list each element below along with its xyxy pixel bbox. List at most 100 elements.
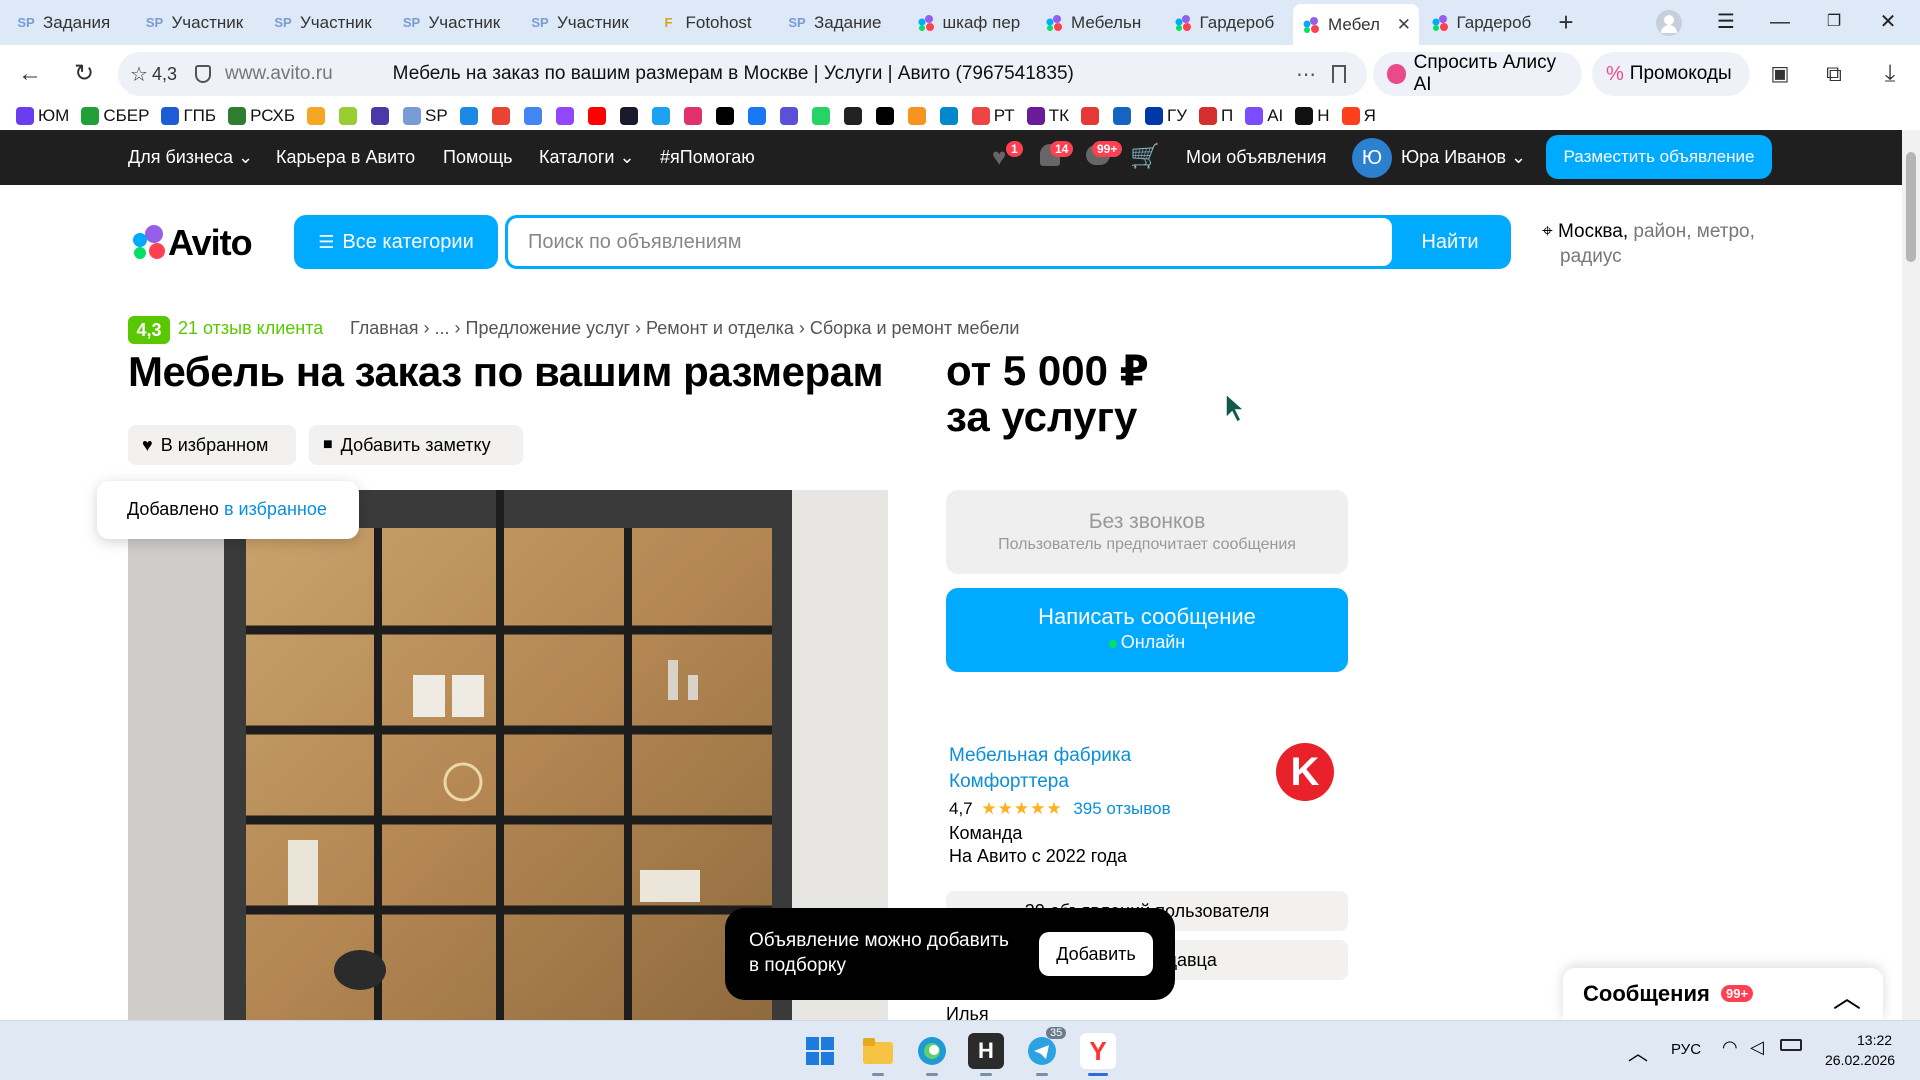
user-avatar[interactable]: Ю [1352,138,1392,178]
bookmark-item[interactable] [491,107,514,125]
edge-icon[interactable] [914,1033,950,1069]
breadcrumb-item[interactable]: Сборка и ремонт мебели [810,318,1020,338]
bookmark-item[interactable] [459,107,482,125]
reviews-link[interactable]: 21 отзыв клиента [178,318,323,339]
more-icon[interactable]: ⋯ [1296,62,1316,87]
write-message-button[interactable]: Написать сообщение Онлайн [946,588,1348,672]
browser-tab[interactable]: Мебельн [1036,6,1162,39]
yapomogayu-link[interactable]: #яПомогаю [660,147,755,168]
cart-icon[interactable]: 🛒 [1130,142,1160,171]
file-explorer-icon[interactable] [860,1033,896,1069]
bookmark-item[interactable] [779,107,802,125]
yandex-browser-icon[interactable]: Y [1080,1033,1116,1069]
bookmark-item[interactable]: ГУ [1144,106,1187,126]
bookmark-item[interactable] [619,107,642,125]
tray-chevron-icon[interactable]: ︿ [1628,1037,1648,1066]
seller-name-line1[interactable]: Мебельная фабрика [949,742,1171,769]
gallery-icon[interactable]: ▣ [1764,58,1796,90]
bookmark-item[interactable] [715,107,738,125]
bookmark-item[interactable]: РСХБ [228,106,295,126]
favorite-button[interactable]: ♥ В избранном [128,425,296,465]
add-note-button[interactable]: ■ Добавить заметку [309,425,523,465]
avito-logo[interactable]: Avito [128,222,268,263]
start-icon[interactable] [802,1033,838,1069]
language-indicator[interactable]: РУС [1671,1041,1701,1058]
bookmark-item[interactable] [907,107,930,125]
page-scrollbar[interactable] [1902,130,1920,1020]
reload-icon[interactable]: ↻ [68,58,100,90]
location-selector[interactable]: ⌖ Москва, район, метро, радиус [1542,219,1782,269]
wifi-icon[interactable]: ◠ [1722,1037,1738,1058]
bookmark-item[interactable] [555,107,578,125]
seller-name-line2[interactable]: Комфорттера [949,768,1171,795]
bookmark-item[interactable] [651,107,674,125]
bookmark-item[interactable]: Я [1341,106,1376,126]
battery-icon[interactable] [1780,1039,1802,1051]
close-tab-icon[interactable]: ✕ [1397,15,1411,35]
seller-logo[interactable]: K [1276,743,1334,801]
bookmark-item[interactable] [747,107,770,125]
favorites-heart-icon[interactable]: ♥ [992,144,1006,172]
volume-icon[interactable]: ◁ [1750,1037,1764,1058]
shield-icon[interactable] [194,65,211,83]
tabs-menu-icon[interactable]: ☰ [1706,6,1746,38]
hypercorn-app-icon[interactable]: H [968,1033,1004,1069]
restore-button[interactable]: ❐ [1814,6,1854,38]
browser-tab[interactable]: Гардероб [1422,6,1548,39]
search-input[interactable]: Поиск по объявлениям [508,218,1392,266]
breadcrumb-item[interactable]: ... [435,318,450,338]
bookmark-item[interactable]: П [1199,106,1233,126]
new-tab-button[interactable]: + [1551,9,1581,36]
help-link[interactable]: Помощь [443,147,513,168]
bookmark-item[interactable]: AI [1245,106,1283,126]
all-categories-button[interactable]: ☰ Все категории [294,215,498,269]
profile-avatar-icon[interactable] [1656,10,1682,36]
browser-tab[interactable]: SP Задание [779,6,905,39]
my-ads-link[interactable]: Мои объявления [1186,147,1326,168]
browser-tab[interactable]: SP Участник [265,6,391,39]
browser-tab[interactable]: Мебел ✕ [1293,4,1419,45]
browser-tab[interactable]: SP Участник [137,6,263,39]
bookmark-item[interactable] [307,107,329,125]
address-bar[interactable]: ☆ 4,3 www.avito.ru Мебель на заказ по ва… [118,52,1367,96]
browser-tab[interactable]: F Fotohost [651,6,777,39]
user-menu[interactable]: Юра Иванов ⌄ [1401,147,1526,168]
seller-reviews-link[interactable]: 395 отзывов [1073,799,1170,818]
promo-button[interactable]: % Промокоды [1592,52,1750,96]
download-icon[interactable]: ⤓ [1874,58,1906,90]
clock-date[interactable]: 26.02.2026 [1825,1052,1895,1068]
bookmark-item[interactable]: Н [1295,106,1330,126]
bookmark-item[interactable] [1112,107,1135,125]
post-ad-button[interactable]: Разместить объявление [1546,135,1772,179]
breadcrumb-item[interactable]: Предложение услуг [466,318,631,338]
bookmark-icon[interactable] [1332,65,1346,83]
toast-favorites-link[interactable]: в избранное [224,499,327,519]
messages-panel[interactable]: Сообщения 99+ ︿ [1563,968,1883,1020]
breadcrumb-item[interactable]: Главная [350,318,419,338]
browser-tab[interactable]: SP Задания [8,6,134,39]
bookmark-item[interactable] [339,107,361,125]
search-button[interactable]: Найти [1392,218,1508,266]
bookmark-item[interactable] [523,107,546,125]
bookmark-item[interactable]: ТК [1026,106,1069,126]
bookmark-item[interactable]: РТ [971,106,1015,126]
catalogs-link[interactable]: Каталоги ⌄ [539,147,635,168]
bookmark-item[interactable] [875,107,898,125]
bookmark-item[interactable]: СБЕР [81,106,149,126]
career-link[interactable]: Карьера в Авито [276,147,415,168]
bookmark-item[interactable] [587,107,610,125]
bookmark-item[interactable]: ЮМ [16,106,69,126]
back-icon[interactable]: ← [14,58,46,90]
star-icon[interactable]: ☆ [130,62,148,87]
for-business-link[interactable]: Для бизнеса ⌄ [128,147,253,168]
extensions-icon[interactable]: ⧉ [1818,58,1850,90]
bookmark-item[interactable] [939,107,962,125]
alice-button[interactable]: Спросить Алису AI [1373,52,1582,96]
close-window-button[interactable]: ✕ [1868,6,1908,38]
bookmark-item[interactable] [811,107,834,125]
minimize-button[interactable]: — [1760,6,1800,38]
bookmark-item[interactable] [1080,107,1103,125]
browser-tab[interactable]: SP Участник [394,6,520,39]
scrollbar-thumb[interactable] [1906,152,1916,262]
bookmark-item[interactable] [843,107,866,125]
